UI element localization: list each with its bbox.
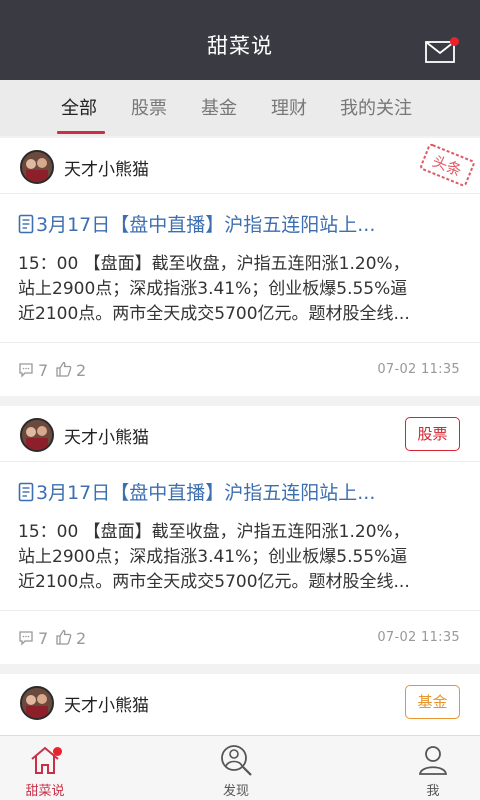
discover-icon (221, 745, 252, 776)
category-tag[interactable]: 基金 (405, 685, 460, 719)
excerpt-line: 站上2900点；深成指涨3.41%；创业板爆5.55%逼 (18, 547, 408, 567)
tab-stocks[interactable]: 股票 (131, 94, 167, 124)
post-header: 天才小熊猫 股票 (0, 406, 480, 462)
comment-icon[interactable] (18, 362, 34, 378)
like-count: 2 (76, 361, 87, 380)
post-header: 天才小熊猫 基金 (0, 674, 480, 735)
excerpt-line: 站上2900点；深成指涨3.41%；创业板爆5.55%逼 (18, 279, 408, 299)
post-footer: 7 2 07-02 11:35 (0, 610, 480, 664)
like-count: 2 (76, 629, 87, 648)
post-excerpt[interactable]: 15：00 【盘面】截至收盘，沪指五连阳涨1.20%， 站上2900点；深成指涨… (18, 252, 458, 327)
author-name[interactable]: 天才小熊猫 (64, 155, 149, 180)
avatar[interactable] (20, 150, 54, 184)
post-card[interactable]: 天才小熊猫 头条 3月17日【盘中直播】沪指五连阳站上... 15：00 【盘面… (0, 138, 480, 396)
unread-dot (450, 37, 459, 46)
post-card[interactable]: 天才小熊猫 股票 3月17日【盘中直播】沪指五连阳站上... 15：00 【盘面… (0, 406, 480, 664)
nav-profile[interactable]: 我 (388, 736, 478, 800)
excerpt-line: 15：00 【盘面】截至收盘，沪指五连阳涨1.20%， (18, 522, 410, 542)
active-tab-indicator (57, 131, 105, 134)
post-card[interactable]: 天才小熊猫 基金 (0, 674, 480, 735)
document-icon (18, 482, 34, 502)
notification-dot (53, 747, 62, 756)
nav-home[interactable]: 甜菜说 (0, 736, 90, 800)
tab-funds[interactable]: 基金 (201, 94, 237, 124)
tab-finance[interactable]: 理财 (271, 94, 307, 124)
post-title-text: 3月17日【盘中直播】沪指五连阳站上... (36, 482, 376, 504)
profile-icon (418, 746, 448, 775)
comment-icon[interactable] (18, 630, 34, 646)
bottom-nav: 甜菜说 发现 我 (0, 735, 480, 800)
post-footer: 7 2 07-02 11:35 (0, 342, 480, 396)
headline-stamp: 头条 (420, 143, 475, 187)
nav-label: 我 (426, 784, 440, 799)
app-header: 甜菜说 (0, 0, 480, 80)
excerpt-line: 近2100点。两市全天成交5700亿元。题材股全线... (18, 304, 410, 324)
excerpt-line: 近2100点。两市全天成交5700亿元。题材股全线... (18, 572, 410, 592)
comment-count: 7 (38, 629, 49, 648)
excerpt-line: 15：00 【盘面】截至收盘，沪指五连阳涨1.20%， (18, 254, 410, 274)
avatar[interactable] (20, 418, 54, 452)
document-icon (18, 214, 34, 234)
like-icon[interactable] (55, 629, 72, 646)
post-title[interactable]: 3月17日【盘中直播】沪指五连阳站上... (18, 478, 375, 508)
post-excerpt[interactable]: 15：00 【盘面】截至收盘，沪指五连阳涨1.20%， 站上2900点；深成指涨… (18, 520, 458, 595)
post-time: 07-02 11:35 (377, 362, 460, 377)
comment-count: 7 (38, 361, 49, 380)
category-tabs: 全部 股票 基金 理财 我的关注 (0, 80, 480, 136)
avatar[interactable] (20, 686, 54, 720)
nav-label: 发现 (222, 784, 249, 799)
post-title-text: 3月17日【盘中直播】沪指五连阳站上... (36, 214, 376, 236)
svg-text:头条: 头条 (430, 152, 465, 180)
tab-all[interactable]: 全部 (61, 94, 97, 124)
nav-discover[interactable]: 发现 (191, 736, 281, 800)
nav-label: 甜菜说 (25, 784, 65, 799)
category-tag[interactable]: 股票 (405, 417, 460, 451)
author-name[interactable]: 天才小熊猫 (64, 691, 149, 716)
post-time: 07-02 11:35 (377, 630, 460, 645)
post-header: 天才小熊猫 头条 (0, 138, 480, 194)
tab-following[interactable]: 我的关注 (340, 94, 412, 124)
post-title[interactable]: 3月17日【盘中直播】沪指五连阳站上... (18, 210, 375, 240)
like-icon[interactable] (55, 361, 72, 378)
author-name[interactable]: 天才小熊猫 (64, 423, 149, 448)
page-title: 甜菜说 (207, 34, 273, 58)
